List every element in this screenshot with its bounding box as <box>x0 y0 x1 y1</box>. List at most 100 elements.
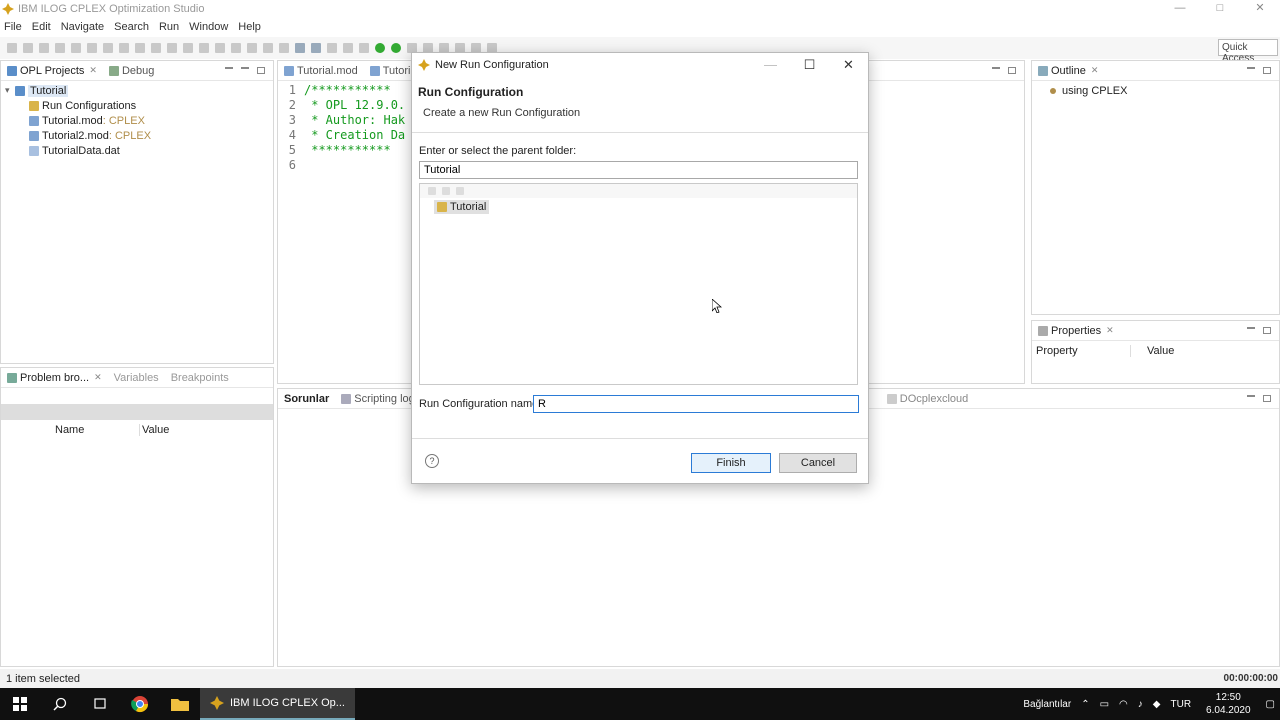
folder-tree[interactable]: Tutorial <box>419 183 858 385</box>
menu-help[interactable]: Help <box>234 21 267 33</box>
close-icon[interactable]: ✕ <box>94 372 102 383</box>
taskbar-clock[interactable]: 12:50 6.04.2020 <box>1206 691 1251 717</box>
parent-folder-input[interactable] <box>419 161 858 179</box>
menu-window[interactable]: Window <box>185 21 234 33</box>
tab-debug[interactable]: Debug <box>103 65 160 77</box>
column-header-name[interactable]: Name <box>55 424 139 436</box>
disconnect-icon[interactable] <box>199 43 209 53</box>
maximize-icon[interactable] <box>1263 327 1271 334</box>
toggle-comment-icon[interactable] <box>279 43 289 53</box>
minimize-icon[interactable] <box>992 67 1000 69</box>
minimize-icon[interactable] <box>1247 67 1255 69</box>
new-icon[interactable] <box>7 43 17 53</box>
maximize-icon[interactable] <box>1008 67 1016 74</box>
tab-variables[interactable]: Variables <box>108 372 165 384</box>
notification-icon[interactable]: ▢ <box>1266 699 1275 710</box>
menu-search[interactable]: Search <box>110 21 155 33</box>
tree-root-tutorial[interactable]: ▾ Tutorial <box>5 83 269 98</box>
cancel-button[interactable]: Cancel <box>779 453 857 473</box>
maximize-button[interactable]: □ <box>1200 0 1240 18</box>
save-all-icon[interactable] <box>39 43 49 53</box>
copy-icon[interactable] <box>119 43 129 53</box>
variables-icon[interactable] <box>327 43 337 53</box>
tab-outline[interactable]: Outline ✕ <box>1032 65 1104 77</box>
collapse-all-icon[interactable] <box>225 67 233 69</box>
run-icon[interactable] <box>375 43 385 53</box>
pause-icon[interactable] <box>167 43 177 53</box>
close-button[interactable]: ✕ <box>1240 0 1280 18</box>
paste-icon[interactable] <box>135 43 145 53</box>
tab-tutorial-mod[interactable]: Tutorial.mod <box>278 65 364 77</box>
home-icon[interactable] <box>428 187 436 195</box>
minimize-icon[interactable] <box>1247 395 1255 397</box>
tab-scripting-log[interactable]: Scripting log <box>335 393 421 405</box>
forward-icon[interactable] <box>456 187 464 195</box>
chrome-taskbar-button[interactable] <box>120 688 160 720</box>
tray-connections-label[interactable]: Bağlantılar <box>1023 699 1071 710</box>
dialog-maximize-button[interactable]: ☐ <box>790 57 829 73</box>
column-header-value[interactable]: Value <box>1130 345 1174 357</box>
collapse-arrow-icon[interactable]: ▾ <box>5 85 15 96</box>
step-return-icon[interactable] <box>247 43 257 53</box>
stop-icon[interactable] <box>183 43 193 53</box>
tab-sorunlar[interactable]: Sorunlar <box>278 393 335 405</box>
minimize-icon[interactable] <box>241 67 249 69</box>
start-button[interactable] <box>0 688 40 720</box>
cut-icon[interactable] <box>103 43 113 53</box>
debug-icon[interactable] <box>359 43 369 53</box>
volume-icon[interactable]: ♪ <box>1138 699 1143 710</box>
tree-item-run-configurations[interactable]: Run Configurations <box>5 98 269 113</box>
battery-icon[interactable]: ▭ <box>1100 699 1109 710</box>
column-header-property[interactable]: Property <box>1036 345 1130 357</box>
back-icon[interactable] <box>442 187 450 195</box>
sort-desc-icon[interactable] <box>311 43 321 53</box>
language-indicator[interactable]: TUR <box>1170 699 1191 710</box>
run-step-icon[interactable] <box>151 43 161 53</box>
tree-item-tutorial-mod[interactable]: Tutorial.mod : CPLEX <box>5 113 269 128</box>
finish-button[interactable]: Finish <box>691 453 771 473</box>
outline-item-using-cplex[interactable]: using CPLEX <box>1032 83 1279 98</box>
tree-item-tutorialdata-dat[interactable]: TutorialData.dat <box>5 143 269 158</box>
menu-navigate[interactable]: Navigate <box>57 21 110 33</box>
column-header-value[interactable]: Value <box>139 424 169 436</box>
tab-docplexcloud[interactable]: DOcplexcloud <box>881 393 974 405</box>
file-explorer-taskbar-button[interactable] <box>160 688 200 720</box>
tab-tutorial2-mod[interactable]: Tutori <box>364 65 417 77</box>
minimize-icon[interactable] <box>1247 327 1255 329</box>
cplex-taskbar-button[interactable]: IBM ILOG CPLEX Op... <box>200 688 355 720</box>
tab-opl-projects[interactable]: OPL Projects ✕ <box>1 65 103 77</box>
step-over-icon[interactable] <box>215 43 225 53</box>
menu-file[interactable]: File <box>0 21 28 33</box>
minimize-button[interactable]: — <box>1160 0 1200 18</box>
maximize-icon[interactable] <box>1263 395 1271 402</box>
sort-asc-icon[interactable] <box>295 43 305 53</box>
close-icon[interactable]: ✕ <box>1091 65 1099 76</box>
dropbox-icon[interactable]: ◆ <box>1153 699 1161 710</box>
maximize-icon[interactable] <box>1263 67 1271 74</box>
menu-edit[interactable]: Edit <box>28 21 57 33</box>
run-config-name-input[interactable] <box>533 395 859 413</box>
task-view-button[interactable] <box>80 688 120 720</box>
step-into-icon[interactable] <box>231 43 241 53</box>
help-icon[interactable]: ? <box>425 454 439 468</box>
undo-icon[interactable] <box>71 43 81 53</box>
folder-tree-item-tutorial[interactable]: Tutorial <box>434 200 490 214</box>
close-icon[interactable]: ✕ <box>1106 325 1114 336</box>
dialog-close-button[interactable]: ✕ <box>829 57 868 73</box>
save-icon[interactable] <box>23 43 33 53</box>
wifi-icon[interactable]: ◠ <box>1119 699 1128 710</box>
chevron-up-icon[interactable]: ⌃ <box>1081 699 1089 710</box>
taskbar-search-button[interactable] <box>40 688 80 720</box>
menu-run[interactable]: Run <box>155 21 185 33</box>
tab-breakpoints[interactable]: Breakpoints <box>165 372 235 384</box>
layout-icon[interactable] <box>343 43 353 53</box>
dialog-minimize-button[interactable]: — <box>751 57 790 72</box>
format-icon[interactable] <box>263 43 273 53</box>
quick-access-field[interactable]: Quick Access <box>1218 39 1278 64</box>
run-last-icon[interactable] <box>391 43 401 53</box>
tree-item-tutorial2-mod[interactable]: Tutorial2.mod : CPLEX <box>5 128 269 143</box>
tab-problem-browser[interactable]: Problem bro... ✕ <box>1 372 108 384</box>
redo-icon[interactable] <box>87 43 97 53</box>
tab-properties[interactable]: Properties ✕ <box>1032 325 1120 337</box>
maximize-icon[interactable] <box>257 67 265 74</box>
